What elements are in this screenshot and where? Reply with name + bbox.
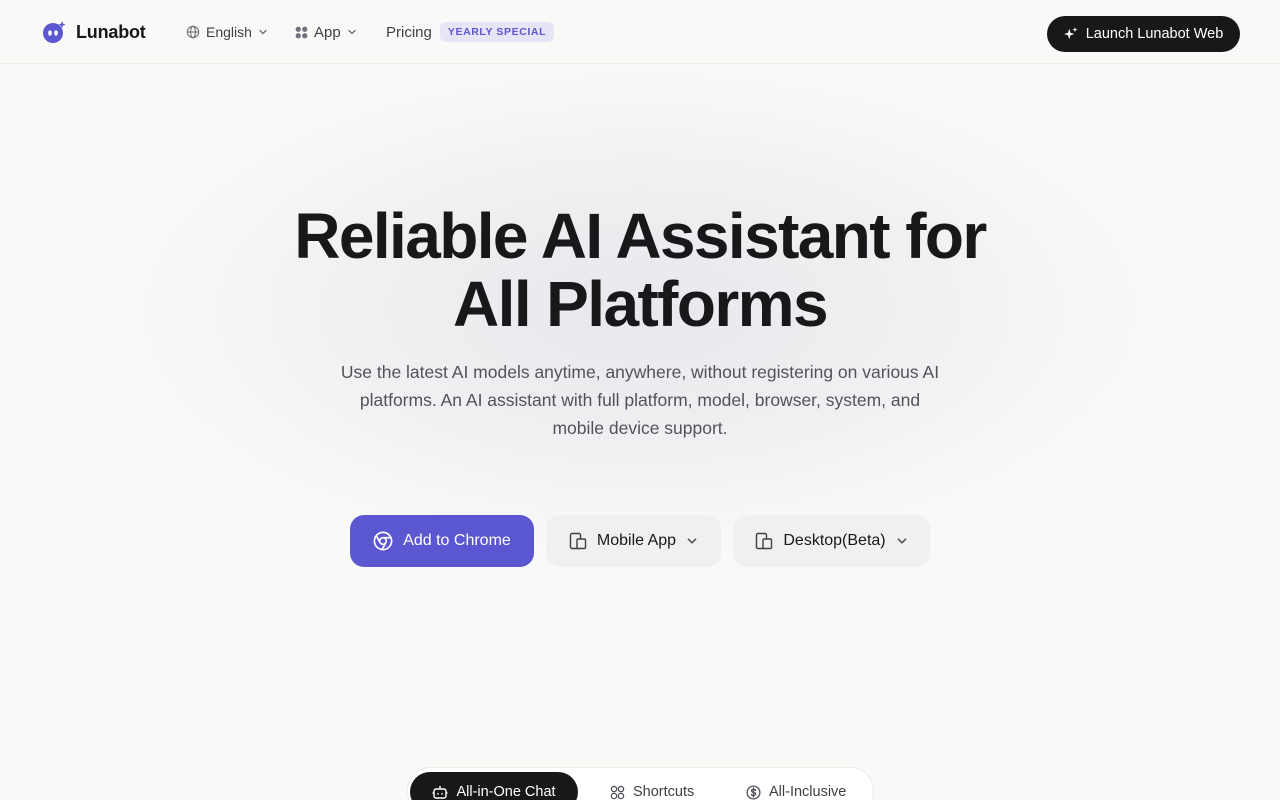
chevron-down-icon: [897, 538, 907, 544]
sparkle-icon: [1063, 27, 1078, 40]
apps-grid-icon: [295, 26, 308, 38]
site-header: Lunabot English App Pricing YEARLY SPECI…: [0, 0, 1280, 64]
add-to-chrome-label: Add to Chrome: [403, 532, 511, 549]
devices-icon: [756, 532, 773, 550]
robot-icon: [432, 786, 448, 799]
tab-label: Shortcuts: [633, 784, 695, 800]
language-selector[interactable]: English: [186, 20, 268, 44]
tab-label: All-in-One Chat: [456, 784, 556, 800]
mobile-app-label: Mobile App: [596, 532, 677, 549]
brand-name: Lunabot: [76, 21, 146, 42]
chrome-icon: [373, 531, 393, 551]
landing-page: Lunabot English App Pricing YEARLY SPECI…: [0, 0, 1280, 800]
pricing-link[interactable]: Pricing YEARLY SPECIAL: [386, 20, 555, 44]
desktop-beta-button[interactable]: Desktop(Beta): [733, 515, 930, 567]
feature-tabs: All-in-One Chat Shortcuts All-Inclusive: [407, 767, 874, 800]
launch-web-label: Launch Lunabot Web: [1085, 26, 1224, 42]
hero-title-line-1: Reliable AI Assistant for: [294, 200, 987, 272]
yearly-special-badge: YEARLY SPECIAL: [439, 22, 555, 42]
brand-link[interactable]: Lunabot: [42, 18, 146, 46]
dollar-coin-icon: [746, 784, 761, 800]
hero-title-line-2: All Platforms: [453, 268, 829, 340]
lunabot-logo-icon: [43, 21, 66, 43]
chevron-down-icon: [259, 29, 267, 35]
chevron-down-icon: [687, 538, 697, 544]
pricing-label: Pricing: [386, 23, 432, 41]
app-menu[interactable]: App: [295, 20, 357, 44]
devices-icon: [569, 532, 587, 550]
chevron-down-icon: [348, 29, 356, 35]
language-label: English: [206, 24, 252, 40]
desktop-beta-label: Desktop(Beta): [783, 532, 886, 549]
hero-title: Reliable AI Assistant for All Platforms: [140, 202, 1140, 338]
add-to-chrome-button[interactable]: Add to Chrome: [350, 515, 534, 567]
launch-web-button[interactable]: Launch Lunabot Web: [1047, 16, 1240, 52]
hero-subtitle: Use the latest AI models anytime, anywhe…: [340, 362, 940, 438]
tab-all-in-one-chat[interactable]: All-in-One Chat: [410, 772, 578, 800]
grid-shortcuts-icon: [610, 785, 625, 799]
tab-label: All-Inclusive: [769, 784, 847, 800]
globe-icon: [186, 25, 200, 39]
app-menu-label: App: [314, 23, 341, 41]
tab-shortcuts[interactable]: Shortcuts: [606, 772, 698, 800]
mobile-app-button[interactable]: Mobile App: [546, 515, 721, 567]
tab-all-inclusive[interactable]: All-Inclusive: [742, 772, 850, 800]
